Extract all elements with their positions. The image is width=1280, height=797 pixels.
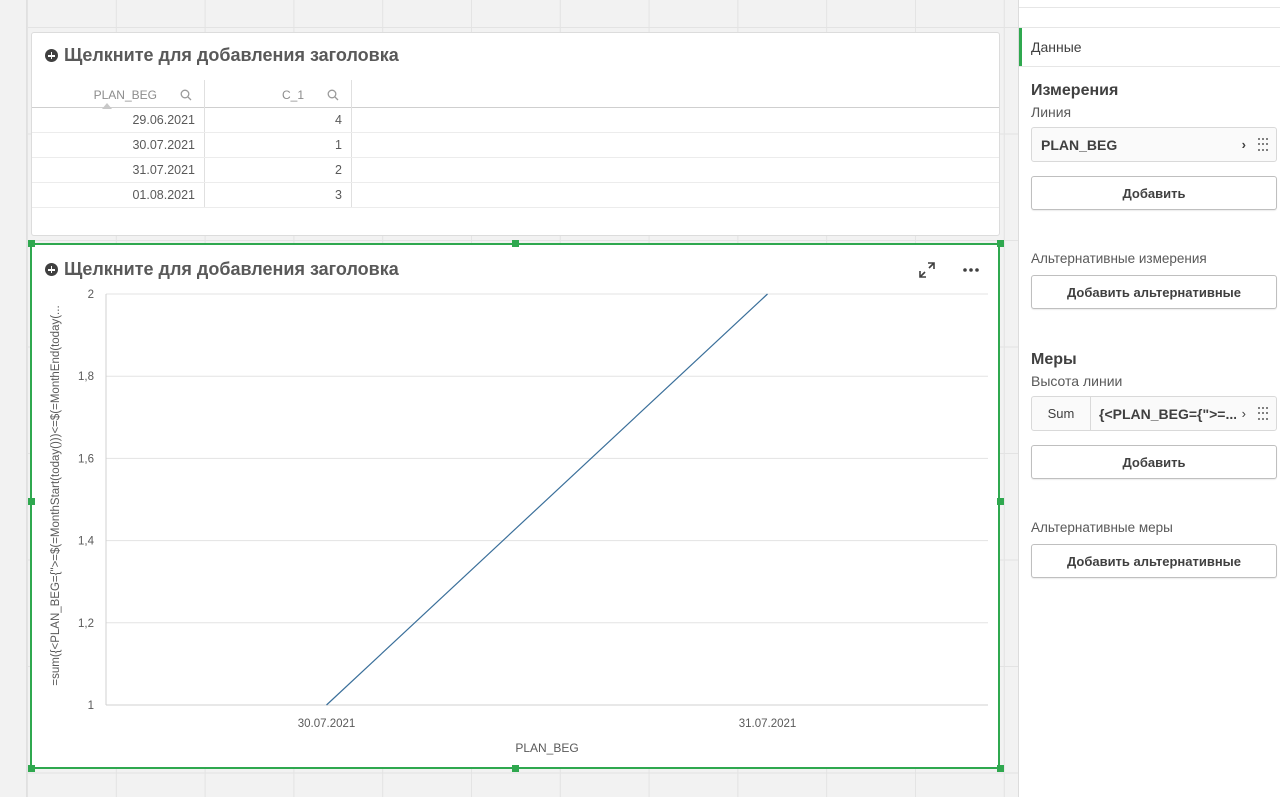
column-header-c1[interactable]: C_1 [205,80,352,108]
dimension-field-label: PLAN_BEG [1041,136,1118,153]
resize-handle[interactable] [28,498,35,505]
column-header-plan-beg[interactable]: PLAN_BEG [32,80,205,109]
resize-handle[interactable] [512,240,519,247]
table-cell[interactable]: 30.07.2021 [32,133,205,157]
dimensions-title: Измерения [1031,82,1119,99]
y-axis-title: =sum({<PLAN_BEG={">=$(=MonthStart(today(… [50,305,62,685]
table-row[interactable]: 01.08.2021 3 [32,183,999,208]
x-tick-label: 31.07.2021 [739,718,797,730]
alt-dimensions-label: Альтернативные измерения [1031,251,1207,266]
table-row[interactable]: 30.07.2021 1 [32,133,999,158]
chevron-right-icon[interactable]: › [1242,406,1246,421]
measure-subtitle: Высота линии [1031,373,1123,389]
y-tick-label: 1 [88,700,94,712]
y-tick-label: 1,4 [78,536,95,548]
table-cell: 4 [205,108,352,132]
table-title[interactable]: Щелкните для добавления заголовка [45,45,399,66]
column-label: PLAN_BEG [93,88,157,102]
panel-tabs: Данные [1019,27,1280,67]
resize-handle[interactable] [997,498,1004,505]
panel-top-bar [1019,0,1280,8]
y-tick-label: 1,2 [78,618,94,630]
measure-field[interactable]: Sum {<PLAN_BEG={">=... › [1031,396,1277,431]
line-chart[interactable]: 1 1,2 1,4 1,6 1,8 2 30.07.2021 31.07.2021 PLAN_B… [32,245,998,767]
x-axis-title: PLAN_BEG [515,741,578,755]
add-alt-measure-button[interactable]: Добавить альтернативные [1031,544,1277,578]
add-alt-dimension-button[interactable]: Добавить альтернативные [1031,275,1277,309]
tab-data[interactable]: Данные [1019,28,1280,66]
search-icon[interactable] [327,89,339,101]
table-cell: 2 [205,158,352,182]
resize-handle[interactable] [28,240,35,247]
table-cell: 1 [205,133,352,157]
sort-ascending-icon [102,103,112,109]
table-title-text[interactable]: Щелкните для добавления заголовка [64,45,399,66]
measures-title: Меры [1031,351,1077,368]
x-tick-label: 30.07.2021 [298,718,356,730]
table-header: PLAN_BEG C_1 [32,80,999,109]
add-measure-button[interactable]: Добавить [1031,445,1277,479]
canvas-left-strip [0,0,27,797]
table-cell[interactable]: 31.07.2021 [32,158,205,182]
add-dimension-button[interactable]: Добавить [1031,176,1277,210]
resize-handle[interactable] [28,765,35,772]
add-title-icon[interactable] [45,49,58,62]
series-line [326,293,768,706]
dimension-field-plan-beg[interactable]: PLAN_BEG › [1031,127,1277,162]
measure-expression: {<PLAN_BEG={">=... [1099,405,1236,422]
table-cell: 3 [205,183,352,207]
y-tick-label: 1,6 [78,453,94,465]
y-tick-label: 1,8 [78,371,94,383]
y-tick-label: 2 [88,289,94,301]
table-cell[interactable]: 29.06.2021 [32,108,205,132]
dimension-subtitle: Линия [1031,104,1072,120]
line-chart-object[interactable]: Щелкните для добавления заголовка 1 1,2 1,… [30,243,1000,769]
column-label: C_1 [281,88,304,102]
table-cell[interactable]: 01.08.2021 [32,183,205,207]
resize-handle[interactable] [512,765,519,772]
drag-handle-icon[interactable] [1258,406,1270,421]
search-icon[interactable] [180,89,192,101]
resize-handle[interactable] [997,765,1004,772]
measure-aggregation[interactable]: Sum [1032,397,1091,430]
table-object[interactable]: Щелкните для добавления заголовка PLAN_B… [31,32,1000,236]
drag-handle-icon[interactable] [1258,137,1270,152]
table-row[interactable]: 31.07.2021 2 [32,158,999,183]
resize-handle[interactable] [997,240,1004,247]
alt-measures-label: Альтернативные меры [1031,520,1173,535]
table-row[interactable]: 29.06.2021 4 [32,108,999,133]
properties-panel: Данные Измерения Линия PLAN_BEG › Добави… [1018,0,1280,797]
data-table: PLAN_BEG C_1 29.06.2021 4 30.07.2021 1 3… [32,80,999,208]
chevron-right-icon[interactable]: › [1242,137,1246,152]
